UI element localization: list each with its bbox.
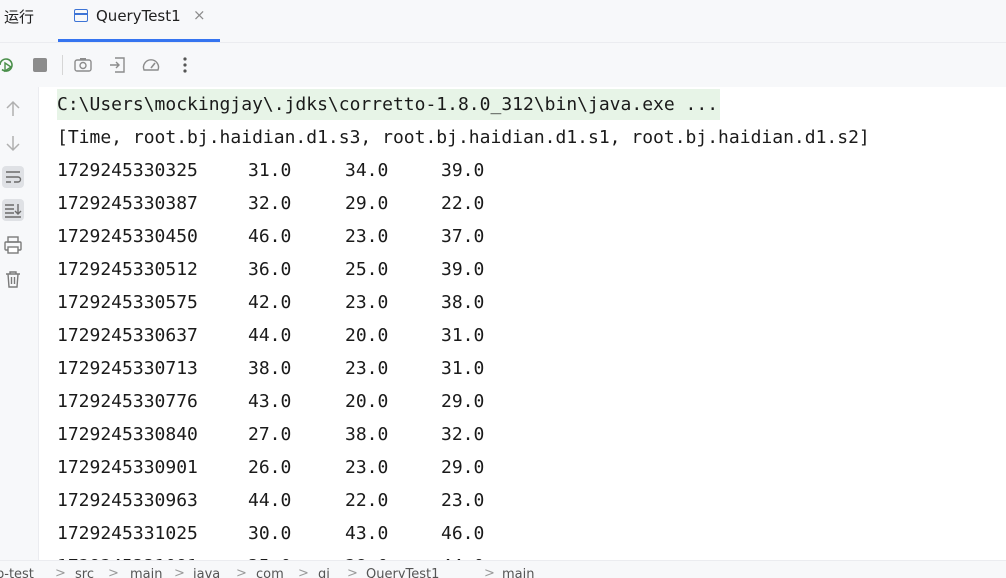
value-cell: 20.0: [345, 391, 389, 412]
value-cell: 23.0: [441, 490, 485, 511]
timestamp-cell: 1729245330387: [57, 193, 198, 214]
value-cell: 26.0: [248, 457, 292, 478]
value-cell: 34.0: [345, 160, 389, 181]
breadcrumb: b-test > src > main > java > com > gi > QueryTest1 > m…: [0, 560, 1006, 578]
gauge-icon[interactable]: [141, 55, 161, 75]
breadcrumb-separator: >: [236, 566, 247, 578]
value-cell: 32.0: [248, 193, 292, 214]
value-cell: 46.0: [441, 523, 485, 544]
value-cell: 23.0: [345, 226, 389, 247]
tab-querytest1[interactable]: QueryTest1 ×: [58, 0, 220, 42]
value-cell: 29.0: [441, 457, 485, 478]
breadcrumb-item[interactable]: QueryTest1: [366, 567, 439, 578]
timestamp-cell: 1729245331091: [57, 550, 198, 560]
tab-label: QueryTest1: [96, 7, 181, 25]
value-cell: 37.0: [441, 226, 485, 247]
value-cell: 44.0: [248, 325, 292, 346]
breadcrumb-separator: >: [174, 566, 185, 578]
breadcrumb-item[interactable]: com: [256, 567, 284, 578]
breadcrumb-item[interactable]: src: [75, 567, 94, 578]
stop-icon[interactable]: [30, 55, 50, 75]
arrow-down-icon[interactable]: [2, 132, 24, 154]
value-cell: 39.0: [441, 259, 485, 280]
breadcrumb-item[interactable]: b-test: [0, 567, 34, 578]
value-cell: 43.0: [248, 391, 292, 412]
more-icon[interactable]: [175, 55, 195, 75]
scroll-to-end-icon[interactable]: [2, 199, 24, 221]
console-output[interactable]: C:\Users\mockingjay\.jdks\corretto-1.8.0…: [57, 88, 1006, 560]
timestamp-cell: 1729245330637: [57, 325, 198, 346]
print-icon[interactable]: [2, 234, 24, 256]
window-icon: [74, 9, 88, 22]
value-cell: 30.0: [248, 523, 292, 544]
value-cell: 31.0: [441, 358, 485, 379]
run-panel-title: 运行: [4, 8, 35, 26]
console-side-toolbar: [0, 87, 39, 560]
timestamp-cell: 1729245330776: [57, 391, 198, 412]
value-cell: 28.0: [345, 550, 388, 560]
tab-bar: 运行 QueryTest1 ×: [0, 0, 1006, 43]
breadcrumb-item[interactable]: main: [130, 567, 162, 578]
value-cell: 43.0: [345, 523, 389, 544]
breadcrumb-item[interactable]: java: [193, 567, 220, 578]
run-toolbar: [0, 43, 1006, 87]
timestamp-cell: 1729245330575: [57, 292, 198, 313]
breadcrumb-separator: >: [298, 566, 309, 578]
value-cell: 23.0: [345, 358, 389, 379]
value-cell: 31.0: [441, 325, 485, 346]
value-cell: 39.0: [441, 160, 485, 181]
value-cell: 44.0: [441, 550, 484, 560]
value-cell: 44.0: [248, 490, 292, 511]
value-cell: 35.0: [248, 550, 291, 560]
breadcrumb-separator: >: [55, 566, 66, 578]
timestamp-cell: 1729245330512: [57, 259, 198, 280]
timestamp-cell: 1729245330901: [57, 457, 198, 478]
breadcrumb-item[interactable]: gi: [318, 567, 330, 578]
breadcrumb-separator: >: [108, 566, 119, 578]
value-cell: 20.0: [345, 325, 389, 346]
value-cell: 42.0: [248, 292, 292, 313]
value-cell: 38.0: [441, 292, 485, 313]
value-cell: 36.0: [248, 259, 292, 280]
exit-icon[interactable]: [108, 55, 128, 75]
timestamp-cell: 1729245330840: [57, 424, 198, 445]
toolbar-divider: [62, 55, 63, 75]
breadcrumb-item[interactable]: main: [502, 567, 534, 578]
value-cell: 23.0: [345, 457, 389, 478]
value-cell: 27.0: [248, 424, 292, 445]
value-cell: 31.0: [248, 160, 292, 181]
value-cell: 38.0: [345, 424, 389, 445]
value-cell: 29.0: [345, 193, 389, 214]
timestamp-cell: 1729245330450: [57, 226, 198, 247]
soft-wrap-icon[interactable]: [2, 166, 24, 188]
timestamp-cell: 1729245331025: [57, 523, 198, 544]
timestamp-cell: 1729245330963: [57, 490, 198, 511]
rerun-icon[interactable]: [0, 55, 16, 75]
value-cell: 46.0: [248, 226, 292, 247]
breadcrumb-separator: >: [347, 566, 358, 578]
column-header-line: [Time, root.bj.haidian.d1.s3, root.bj.ha…: [57, 127, 870, 148]
command-line[interactable]: C:\Users\mockingjay\.jdks\corretto-1.8.0…: [57, 89, 721, 120]
value-cell: 29.0: [441, 391, 485, 412]
value-cell: 22.0: [441, 193, 485, 214]
breadcrumb-separator: >: [484, 566, 495, 578]
close-icon[interactable]: ×: [193, 6, 206, 24]
value-cell: 23.0: [345, 292, 389, 313]
arrow-up-icon[interactable]: [2, 98, 24, 120]
value-cell: 22.0: [345, 490, 389, 511]
camera-icon[interactable]: [73, 55, 93, 75]
value-cell: 25.0: [345, 259, 389, 280]
timestamp-cell: 1729245330325: [57, 160, 198, 181]
value-cell: 32.0: [441, 424, 485, 445]
timestamp-cell: 1729245330713: [57, 358, 198, 379]
value-cell: 38.0: [248, 358, 292, 379]
active-tab-indicator: [58, 39, 220, 42]
trash-icon[interactable]: [2, 268, 24, 290]
